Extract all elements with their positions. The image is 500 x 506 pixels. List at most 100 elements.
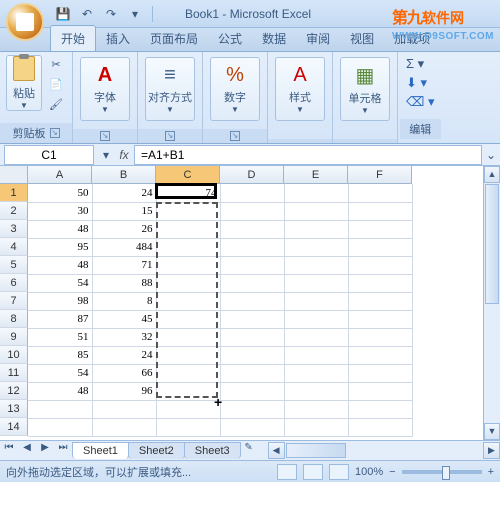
tab-page-layout[interactable]: 页面布局: [140, 26, 208, 51]
format-painter-icon[interactable]: 🖌: [46, 95, 66, 113]
cell-F4[interactable]: [348, 238, 412, 256]
cell-E7[interactable]: [284, 292, 348, 310]
cell-F6[interactable]: [348, 274, 412, 292]
cell-A12[interactable]: 48: [28, 382, 92, 400]
cell-F7[interactable]: [348, 292, 412, 310]
expand-formula-bar-icon[interactable]: ⌄: [482, 148, 500, 162]
cell-B11[interactable]: 66: [92, 364, 156, 382]
cell-D11[interactable]: [220, 364, 284, 382]
cell-B14[interactable]: [92, 418, 156, 436]
cell-A4[interactable]: 95: [28, 238, 92, 256]
cell-F11[interactable]: [348, 364, 412, 382]
cell-C4[interactable]: [156, 238, 220, 256]
alignment-button[interactable]: ≡ 对齐方式▼: [145, 57, 195, 121]
cell-D10[interactable]: [220, 346, 284, 364]
cell-F8[interactable]: [348, 310, 412, 328]
cell-A11[interactable]: 54: [28, 364, 92, 382]
column-header-F[interactable]: F: [348, 166, 412, 184]
scroll-thumb[interactable]: [286, 443, 346, 458]
scroll-down-icon[interactable]: ▼: [484, 423, 500, 440]
cell-A5[interactable]: 48: [28, 256, 92, 274]
fill-icon[interactable]: ⬇ ▾: [406, 75, 427, 91]
redo-icon[interactable]: ↷: [102, 5, 120, 23]
row-header-13[interactable]: 13: [0, 400, 28, 418]
last-sheet-icon[interactable]: ⏭: [54, 442, 72, 460]
office-button[interactable]: [6, 3, 44, 41]
cell-B4[interactable]: 484: [92, 238, 156, 256]
row-header-9[interactable]: 9: [0, 328, 28, 346]
scroll-thumb[interactable]: [485, 184, 499, 304]
cell-C3[interactable]: [156, 220, 220, 238]
tab-review[interactable]: 审阅: [296, 26, 340, 51]
cell-C13[interactable]: [156, 400, 220, 418]
cell-D3[interactable]: [220, 220, 284, 238]
column-header-B[interactable]: B: [92, 166, 156, 184]
cell-C5[interactable]: [156, 256, 220, 274]
font-button[interactable]: A 字体▼: [80, 57, 130, 121]
cell-E4[interactable]: [284, 238, 348, 256]
cell-E6[interactable]: [284, 274, 348, 292]
cell-F2[interactable]: [348, 202, 412, 220]
dialog-launcher-icon[interactable]: ↘: [100, 131, 110, 141]
cell-D14[interactable]: [220, 418, 284, 436]
cell-E9[interactable]: [284, 328, 348, 346]
sheet-tab-2[interactable]: Sheet2: [128, 442, 185, 459]
cell-E5[interactable]: [284, 256, 348, 274]
cell-D13[interactable]: [220, 400, 284, 418]
spreadsheet-grid[interactable]: 1234567891011121314 ABCDEF 5024743015482…: [0, 166, 500, 440]
cell-B3[interactable]: 26: [92, 220, 156, 238]
row-header-8[interactable]: 8: [0, 310, 28, 328]
cell-C7[interactable]: [156, 292, 220, 310]
zoom-out-icon[interactable]: −: [389, 466, 395, 478]
cell-C12[interactable]: [156, 382, 220, 400]
first-sheet-icon[interactable]: ⏮: [0, 442, 18, 460]
cell-C2[interactable]: [156, 202, 220, 220]
cell-C11[interactable]: [156, 364, 220, 382]
cell-F5[interactable]: [348, 256, 412, 274]
cell-D8[interactable]: [220, 310, 284, 328]
tab-insert[interactable]: 插入: [96, 26, 140, 51]
cell-C10[interactable]: [156, 346, 220, 364]
cell-E12[interactable]: [284, 382, 348, 400]
row-header-11[interactable]: 11: [0, 364, 28, 382]
dialog-launcher-icon[interactable]: ↘: [165, 131, 175, 141]
row-header-6[interactable]: 6: [0, 274, 28, 292]
cell-F1[interactable]: [348, 184, 412, 202]
cell-E2[interactable]: [284, 202, 348, 220]
cell-F12[interactable]: [348, 382, 412, 400]
formula-bar[interactable]: =A1+B1: [134, 145, 482, 165]
cell-E10[interactable]: [284, 346, 348, 364]
namebox-dropdown-icon[interactable]: ▾: [98, 148, 114, 162]
cell-B2[interactable]: 15: [92, 202, 156, 220]
cell-E8[interactable]: [284, 310, 348, 328]
tab-home[interactable]: 开始: [50, 25, 96, 51]
zoom-in-icon[interactable]: +: [488, 466, 494, 478]
cell-B6[interactable]: 88: [92, 274, 156, 292]
cell-A2[interactable]: 30: [28, 202, 92, 220]
cell-B13[interactable]: [92, 400, 156, 418]
cell-E13[interactable]: [284, 400, 348, 418]
cell-B8[interactable]: 45: [92, 310, 156, 328]
cell-F13[interactable]: [348, 400, 412, 418]
column-header-A[interactable]: A: [28, 166, 92, 184]
save-icon[interactable]: 💾: [54, 5, 72, 23]
cell-C8[interactable]: [156, 310, 220, 328]
cell-D5[interactable]: [220, 256, 284, 274]
cell-D4[interactable]: [220, 238, 284, 256]
scroll-right-icon[interactable]: ▶: [483, 442, 500, 459]
row-header-4[interactable]: 4: [0, 238, 28, 256]
cell-F14[interactable]: [348, 418, 412, 436]
sheet-tab-1[interactable]: Sheet1: [72, 442, 129, 459]
cell-A1[interactable]: 50: [28, 184, 92, 202]
column-header-C[interactable]: C: [156, 166, 220, 184]
cell-D6[interactable]: [220, 274, 284, 292]
normal-view-icon[interactable]: [277, 464, 297, 480]
cell-B9[interactable]: 32: [92, 328, 156, 346]
scroll-left-icon[interactable]: ◀: [268, 442, 285, 459]
row-header-7[interactable]: 7: [0, 292, 28, 310]
cell-B10[interactable]: 24: [92, 346, 156, 364]
scroll-up-icon[interactable]: ▲: [484, 166, 500, 183]
cut-icon[interactable]: ✂: [46, 55, 66, 73]
cell-A10[interactable]: 85: [28, 346, 92, 364]
row-header-3[interactable]: 3: [0, 220, 28, 238]
